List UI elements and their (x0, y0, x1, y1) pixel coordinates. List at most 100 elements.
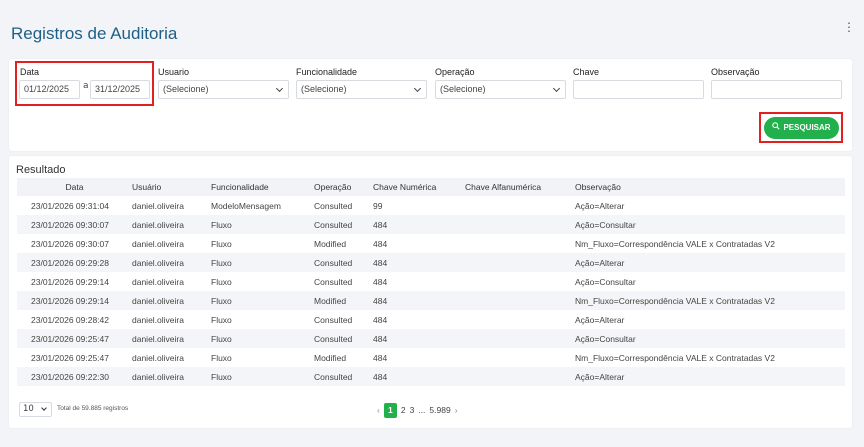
cell-usuario: daniel.oliveira (132, 253, 211, 272)
cell-usuario: daniel.oliveira (132, 352, 184, 363)
cell-operacao: Consulted (314, 276, 353, 287)
cell-usuario: daniel.oliveira (132, 367, 211, 386)
cell-operacao: Consulted (314, 367, 373, 386)
col-usuario[interactable]: Usuário (132, 178, 211, 196)
cell-observacao: Nm_Fluxo=Correspondência VALE x Contrata… (575, 352, 775, 363)
observacao-input[interactable] (711, 80, 842, 99)
kebab-menu-icon[interactable]: ⋮ (843, 21, 855, 33)
cell-data: 23/01/2026 09:22:30 (17, 367, 132, 386)
cell-operacao: Consulted (314, 314, 353, 325)
cell-chave-alfanumerica (465, 272, 575, 291)
cell-funcionalidade: Fluxo (211, 329, 314, 348)
cell-chave-numerica: 484 (373, 238, 388, 249)
page-last[interactable]: 5.989 (429, 405, 450, 415)
cell-chave-alfanumerica (465, 329, 575, 348)
cell-usuario: daniel.oliveira (132, 215, 211, 234)
cell-observacao: Ação=Alterar (575, 367, 845, 386)
cell-operacao: Modified (314, 352, 347, 363)
table-row[interactable]: 23/01/2026 09:25:47 daniel.oliveira Fluxo C… (17, 329, 845, 348)
cell-chave-alfanumerica (465, 310, 575, 329)
cell-chave-numerica: 484 (373, 253, 465, 272)
cell-operacao: Consulted (314, 253, 373, 272)
next-page-icon[interactable]: › (455, 405, 458, 415)
cell-data: 23/01/2026 09:29:14 (17, 291, 132, 310)
table-row[interactable]: 23/01/2026 09:29:28 daniel.oliveira Fluxo C… (17, 253, 845, 272)
cell-usuario: daniel.oliveira (132, 200, 184, 211)
page-ellipsis: ... (418, 405, 426, 415)
total-records: Total de 59.885 registros (57, 405, 129, 412)
cell-data: 23/01/2026 09:30:07 (17, 215, 132, 234)
col-chave-alfanumerica[interactable]: Chave Alfanumérica (465, 178, 575, 196)
cell-chave-numerica: 99 (373, 200, 383, 211)
usuario-select[interactable]: (Selecione) (158, 80, 289, 99)
chave-input[interactable] (573, 80, 704, 99)
cell-chave-numerica: 484 (373, 291, 465, 310)
col-operacao[interactable]: Operação (314, 178, 373, 196)
cell-chave-numerica: 484 (373, 329, 465, 348)
cell-funcionalidade: Fluxo (211, 253, 314, 272)
prev-page-icon[interactable]: ‹ (377, 405, 380, 415)
cell-observacao: Nm_Fluxo=Correspondência VALE x Contrata… (575, 238, 775, 249)
operacao-select[interactable]: (Selecione) (435, 80, 566, 99)
observacao-label: Observação (711, 67, 760, 77)
results-title: Resultado (16, 164, 66, 176)
cell-chave-alfanumerica (465, 348, 575, 367)
cell-usuario: daniel.oliveira (132, 238, 184, 249)
cell-observacao: Ação=Consultar (575, 276, 636, 287)
col-observacao[interactable]: Observação (575, 178, 845, 196)
cell-data: 23/01/2026 09:29:14 (31, 276, 109, 287)
cell-operacao: Modified (314, 291, 373, 310)
cell-chave-alfanumerica (465, 215, 575, 234)
cell-chave-numerica: 484 (373, 352, 388, 363)
cell-chave-numerica: 484 (373, 367, 465, 386)
cell-chave-alfanumerica (465, 253, 575, 272)
cell-operacao: Consulted (314, 200, 353, 211)
table-row[interactable]: 23/01/2026 09:30:07 daniel.oliveira Fluxo M… (17, 234, 845, 253)
cell-usuario: daniel.oliveira (132, 291, 211, 310)
funcionalidade-select[interactable]: (Selecione) (296, 80, 427, 99)
page-1[interactable]: 1 (383, 402, 397, 418)
cell-observacao: Ação=Consultar (575, 215, 845, 234)
cell-chave-alfanumerica (465, 196, 575, 215)
cell-operacao: Consulted (314, 215, 373, 234)
cell-funcionalidade: Fluxo (211, 291, 314, 310)
cell-chave-numerica: 484 (373, 276, 388, 287)
cell-operacao: Modified (314, 238, 347, 249)
page-3[interactable]: 3 (410, 405, 415, 415)
cell-data: 23/01/2026 09:25:47 (17, 329, 132, 348)
cell-data: 23/01/2026 09:31:04 (31, 200, 109, 211)
cell-usuario: daniel.oliveira (132, 329, 211, 348)
cell-chave-numerica: 484 (373, 215, 465, 234)
cell-usuario: daniel.oliveira (132, 314, 184, 325)
table-row[interactable]: 23/01/2026 09:31:04 daniel.oliveira Modelo… (17, 196, 845, 215)
table-row[interactable]: 23/01/2026 09:28:42 daniel.oliveira Fluxo C… (17, 310, 845, 329)
cell-chave-alfanumerica (465, 367, 575, 386)
table-row[interactable]: 23/01/2026 09:29:14 daniel.oliveira Fluxo C… (17, 272, 845, 291)
cell-funcionalidade: ModeloMensagem (211, 200, 281, 211)
page-2[interactable]: 2 (401, 405, 406, 415)
date-highlight-box (15, 61, 154, 106)
cell-observacao: Ação=Alterar (575, 200, 625, 211)
cell-chave-numerica: 484 (373, 314, 388, 325)
cell-operacao: Consulted (314, 329, 373, 348)
pagination: ‹ 1 2 3 ... 5.989 › (377, 402, 458, 418)
cell-observacao: Nm_Fluxo=Correspondência VALE x Contrata… (575, 291, 845, 310)
page-size-select[interactable]: 10 (19, 402, 52, 417)
cell-observacao: Ação=Alterar (575, 314, 625, 325)
table-row[interactable]: 23/01/2026 09:25:47 daniel.oliveira Fluxo M… (17, 348, 845, 367)
col-data[interactable]: Data (17, 178, 132, 196)
usuario-label: Usuario (158, 67, 190, 77)
funcionalidade-label: Funcionalidade (296, 67, 358, 77)
operacao-label: Operação (435, 67, 475, 77)
cell-funcionalidade: Fluxo (211, 314, 232, 325)
col-funcionalidade[interactable]: Funcionalidade (211, 178, 314, 196)
table-row[interactable]: 23/01/2026 09:29:14 daniel.oliveira Fluxo M… (17, 291, 845, 310)
table-row[interactable]: 23/01/2026 09:22:30 daniel.oliveira Fluxo C… (17, 367, 845, 386)
results-table: Data Usuário Funcionalidade Operação Cha… (17, 178, 845, 386)
cell-data: 23/01/2026 09:29:28 (17, 253, 132, 272)
cell-funcionalidade: Fluxo (211, 352, 232, 363)
table-row[interactable]: 23/01/2026 09:30:07 daniel.oliveira Fluxo C… (17, 215, 845, 234)
table-header-row: Data Usuário Funcionalidade Operação Cha… (17, 178, 845, 196)
col-chave-numerica[interactable]: Chave Numérica (373, 178, 465, 196)
cell-data: 23/01/2026 09:28:42 (31, 314, 109, 325)
